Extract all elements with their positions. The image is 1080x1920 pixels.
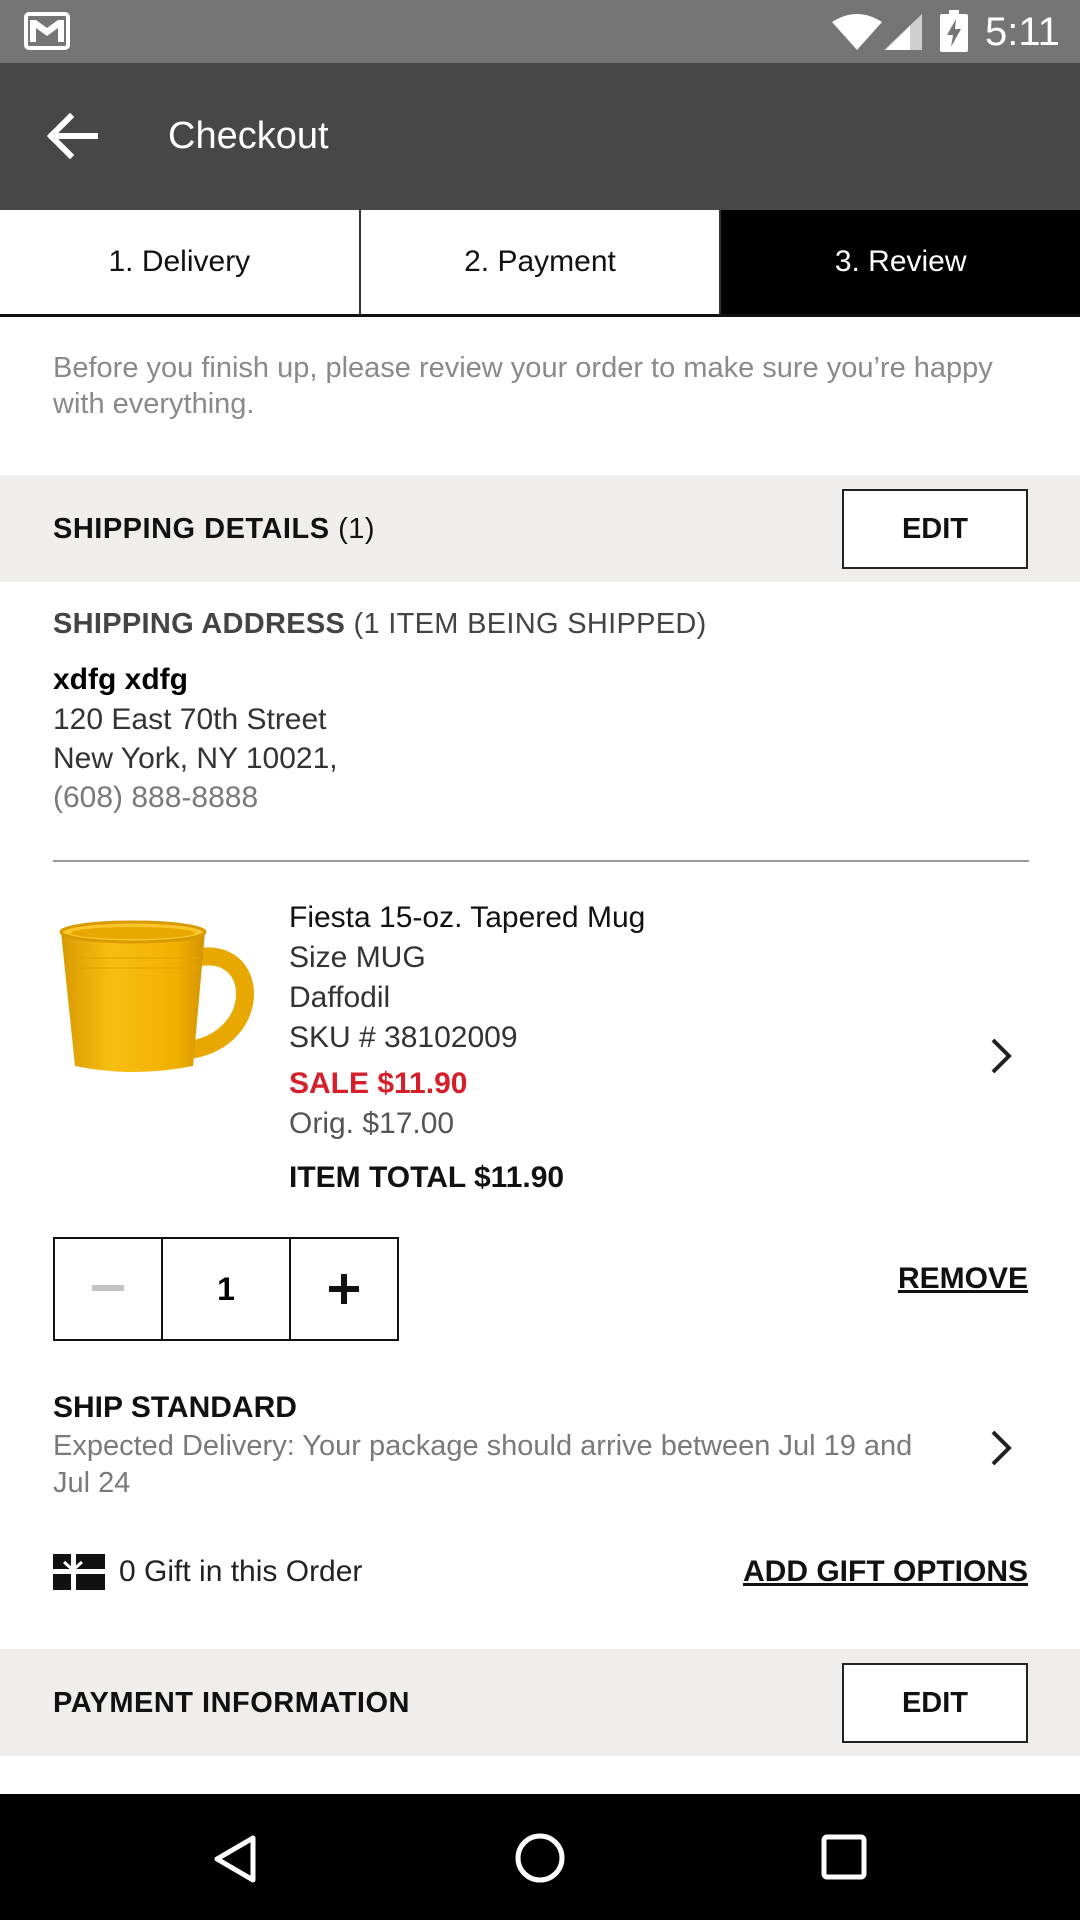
payment-information-title: PAYMENT INFORMATION bbox=[53, 1687, 410, 1719]
chevron-right-icon[interactable] bbox=[989, 1429, 1013, 1467]
tab-payment[interactable]: 2. Payment bbox=[360, 210, 722, 314]
chevron-right-icon[interactable] bbox=[989, 1037, 1013, 1075]
shipping-method-title[interactable]: SHIP STANDARD bbox=[53, 1388, 297, 1428]
nav-recents-icon[interactable] bbox=[821, 1834, 867, 1880]
app-bar: Checkout bbox=[0, 63, 1080, 210]
shipping-details-title: SHIPPING DETAILS (1) bbox=[53, 507, 375, 551]
original-price: Orig. $17.00 bbox=[289, 1107, 455, 1140]
product-image-mug[interactable] bbox=[55, 918, 255, 1088]
payment-information-header: PAYMENT INFORMATION EDIT bbox=[0, 1649, 1080, 1756]
increase-quantity-button[interactable] bbox=[291, 1239, 397, 1339]
quantity-stepper: 1 bbox=[53, 1237, 399, 1341]
minus-icon bbox=[92, 1285, 124, 1291]
shipping-address-label: SHIPPING ADDRESS bbox=[53, 608, 346, 640]
product-color: Daffodil bbox=[289, 981, 391, 1014]
wifi-icon bbox=[832, 14, 882, 50]
nav-back-icon[interactable] bbox=[213, 1834, 257, 1884]
system-navigation-bar bbox=[0, 1794, 1080, 1920]
content-bottom bbox=[0, 1756, 1080, 1794]
nav-home-icon[interactable] bbox=[514, 1832, 566, 1884]
shipping-details-label: SHIPPING DETAILS bbox=[53, 513, 330, 545]
product-size: Size MUG bbox=[289, 941, 426, 974]
edit-payment-button[interactable]: EDIT bbox=[842, 1663, 1028, 1743]
page-title: Checkout bbox=[168, 115, 329, 157]
address-phone: (608) 888-8888 bbox=[53, 781, 259, 814]
gift-count-text: 0 Gift in this Order bbox=[119, 1555, 363, 1588]
review-intro-text: Before you finish up, please review your… bbox=[53, 352, 993, 420]
shipping-address-note: (1 ITEM BEING SHIPPED) bbox=[353, 608, 707, 640]
back-arrow-icon[interactable] bbox=[46, 113, 98, 159]
edit-shipping-button[interactable]: EDIT bbox=[842, 489, 1028, 569]
product-sku: SKU # 38102009 bbox=[289, 1021, 518, 1054]
quantity-value[interactable]: 1 bbox=[163, 1239, 291, 1339]
status-bar: 5:11 bbox=[0, 0, 1080, 63]
status-time: 5:11 bbox=[985, 10, 1060, 54]
remove-item-link[interactable]: REMOVE bbox=[898, 1262, 1028, 1296]
recipient-name: xdfg xdfg bbox=[53, 663, 188, 696]
divider bbox=[53, 860, 1029, 862]
product-details: Fiesta 15-oz. Tapered Mug Size MUG Daffo… bbox=[289, 898, 645, 1198]
cellular-signal-icon bbox=[884, 14, 922, 50]
decrease-quantity-button[interactable] bbox=[55, 1239, 163, 1339]
battery-charging-icon bbox=[940, 10, 968, 52]
shipping-address-heading: SHIPPING ADDRESS (1 ITEM BEING SHIPPED) bbox=[53, 604, 707, 644]
add-gift-options-link[interactable]: ADD GIFT OPTIONS bbox=[743, 1552, 1028, 1592]
tab-review[interactable]: 3. Review bbox=[721, 210, 1080, 314]
gift-card-icon bbox=[53, 1554, 105, 1590]
plus-icon bbox=[329, 1274, 359, 1304]
product-name[interactable]: Fiesta 15-oz. Tapered Mug bbox=[289, 898, 645, 938]
address-street: 120 East 70th Street bbox=[53, 703, 327, 736]
shipping-details-header: SHIPPING DETAILS (1) EDIT bbox=[0, 475, 1080, 582]
sale-price: SALE $11.90 bbox=[289, 1067, 468, 1100]
item-total: ITEM TOTAL $11.90 bbox=[289, 1161, 565, 1194]
shipping-details-count: (1) bbox=[338, 513, 376, 545]
tab-delivery[interactable]: 1. Delivery bbox=[0, 210, 361, 314]
gmail-notification-icon bbox=[24, 12, 70, 50]
shipping-method-description: Expected Delivery: Your package should a… bbox=[53, 1430, 913, 1499]
address-city: New York, NY 10021, bbox=[53, 742, 338, 775]
checkout-steps: 1. Delivery 2. Payment 3. Review bbox=[0, 210, 1080, 317]
